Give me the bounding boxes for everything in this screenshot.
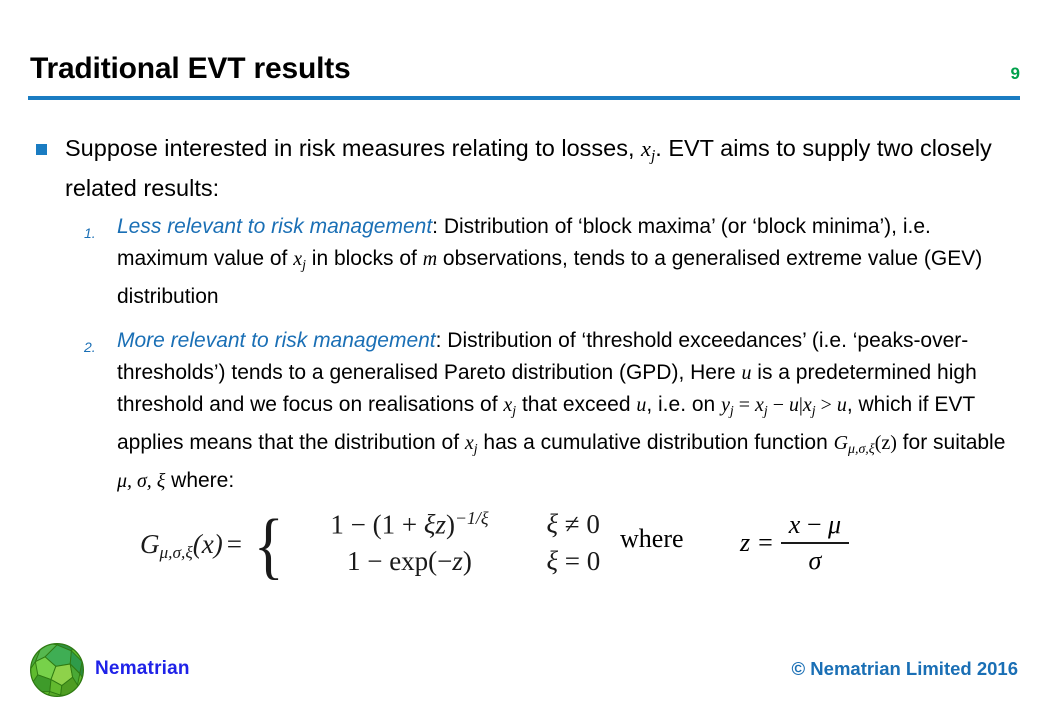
logo-wordmark: Nematrian (95, 658, 190, 679)
list-item-2-text-6: has a cumulative distribution function (477, 431, 834, 455)
case-1-condition: ξ ≠ 0 (546, 509, 599, 540)
math-x-4: x (802, 394, 812, 417)
z-definition-equation: z = x − μ σ (740, 510, 850, 576)
case-2-z: z (452, 546, 463, 576)
list-item-1-highlight: Less relevant to risk management (117, 215, 433, 239)
math-u-1: u (741, 362, 752, 385)
z-fraction: x − μ σ (780, 510, 850, 576)
list-marker-1: 1. (84, 225, 96, 242)
z-fraction-numerator: x − μ (781, 510, 849, 542)
case-2-expression: 1 − exp(−z) (290, 546, 528, 577)
page-number: 9 (1010, 64, 1020, 83)
math-y: y (721, 394, 730, 417)
list-item-2-text-8: where: (165, 468, 235, 492)
equation-equals-sign: = (226, 528, 242, 559)
case-1-xi: ξ (423, 509, 436, 540)
gpd-cdf-equation: Gμ,σ,ξ(x) = { 1 − (1 + ξz)−1/ξ ξ ≠ 0 1 − … (140, 508, 600, 584)
equation-left-hand-side: Gμ,σ,ξ(x) = (140, 529, 251, 563)
list-item-2-highlight: More relevant to risk management (117, 329, 436, 353)
z-numerator-mu: μ (828, 510, 842, 539)
case-2-condition-relation: = 0 (558, 546, 601, 576)
math-m: m (422, 248, 438, 271)
case-1-condition-relation: ≠ 0 (558, 509, 600, 540)
list-item-2-text-4: , i.e. on (646, 393, 722, 417)
case-1-exponent: −1/ξ (454, 508, 489, 528)
list-item-1: 1. Less relevant to risk management: Dis… (0, 211, 1040, 313)
case-row-2: 1 − exp(−z) ξ = 0 (290, 546, 600, 584)
math-G-inline: G (833, 432, 849, 455)
case-1-expr-part-a: 1 − (1 + (330, 509, 424, 540)
math-equals-1: = (733, 394, 755, 417)
equation-G: G (140, 528, 160, 559)
case-2-expr-part-b: ) (462, 546, 472, 576)
equation-G-argument: (x) (192, 528, 223, 559)
case-2-condition: ξ = 0 (546, 546, 600, 577)
list-item-2: 2. More relevant to risk management: Dis… (0, 325, 1040, 497)
square-bullet-icon (36, 144, 47, 155)
math-greater-than: > (815, 394, 837, 417)
where-label: where (620, 524, 684, 553)
math-x-1: x (293, 248, 303, 271)
display-equation-row: Gμ,σ,ξ(x) = { 1 − (1 + ξz)−1/ξ ξ ≠ 0 1 − … (0, 498, 1040, 594)
math-x-3: x (755, 394, 764, 417)
math-u-4: u (836, 394, 847, 417)
math-x-5: x (464, 432, 474, 455)
list-item-1-text-2: in blocks of (305, 247, 423, 271)
case-2-expr-part-a: 1 − exp(− (346, 546, 453, 576)
z-fraction-denominator: σ (808, 546, 822, 575)
case-1-condition-xi: ξ (546, 509, 559, 540)
case-2-condition-xi: ξ (546, 546, 559, 576)
math-u-3: u (788, 394, 799, 417)
math-x-2: x (503, 394, 513, 417)
case-1-z: z (435, 509, 446, 540)
math-minus: − (767, 394, 789, 417)
slide-footer: Nematrian © Nematrian Limited 2016 (0, 636, 1040, 720)
list-item-2-text-3: that exceed (516, 393, 637, 417)
case-row-1: 1 − (1 + ξz)−1/ξ ξ ≠ 0 (290, 508, 600, 546)
piecewise-cases: 1 − (1 + ξz)−1/ξ ξ ≠ 0 1 − exp(−z) ξ = 0 (290, 508, 600, 584)
case-1-expr-part-b: ) (445, 509, 455, 540)
nematrian-polyhedron-logo-icon (30, 643, 84, 697)
z-equals-sign: = (758, 528, 773, 557)
math-parameters: μ, σ, ξ (117, 469, 166, 492)
math-G-inline-argument: (z) (874, 432, 897, 455)
z-numerator-x: x (788, 510, 801, 539)
page-title: Traditional EVT results (30, 52, 351, 85)
z-numerator-minus: − (800, 510, 829, 539)
case-1-expression: 1 − (1 + ξz)−1/ξ (290, 508, 528, 540)
bullet-text-part1: Suppose interested in risk measures rela… (65, 135, 642, 161)
title-divider (28, 96, 1020, 100)
math-x: x (641, 136, 651, 161)
piecewise-brace-icon: { (253, 504, 284, 587)
math-u-2: u (636, 394, 647, 417)
math-G-inline-subscript: μ,σ,ξ (848, 440, 875, 456)
copyright-notice: © Nematrian Limited 2016 (791, 658, 1018, 679)
bullet-item-main: Suppose interested in risk measures rela… (0, 132, 1040, 205)
list-item-2-text-7: for suitable (896, 431, 1006, 455)
slide-body: Suppose interested in risk measures rela… (0, 132, 1040, 509)
numbered-list: 1. Less relevant to risk management: Dis… (0, 211, 1040, 497)
z-variable: z (740, 528, 751, 557)
list-marker-2: 2. (84, 339, 96, 356)
equation-G-subscript: μ,σ,ξ (159, 543, 193, 563)
